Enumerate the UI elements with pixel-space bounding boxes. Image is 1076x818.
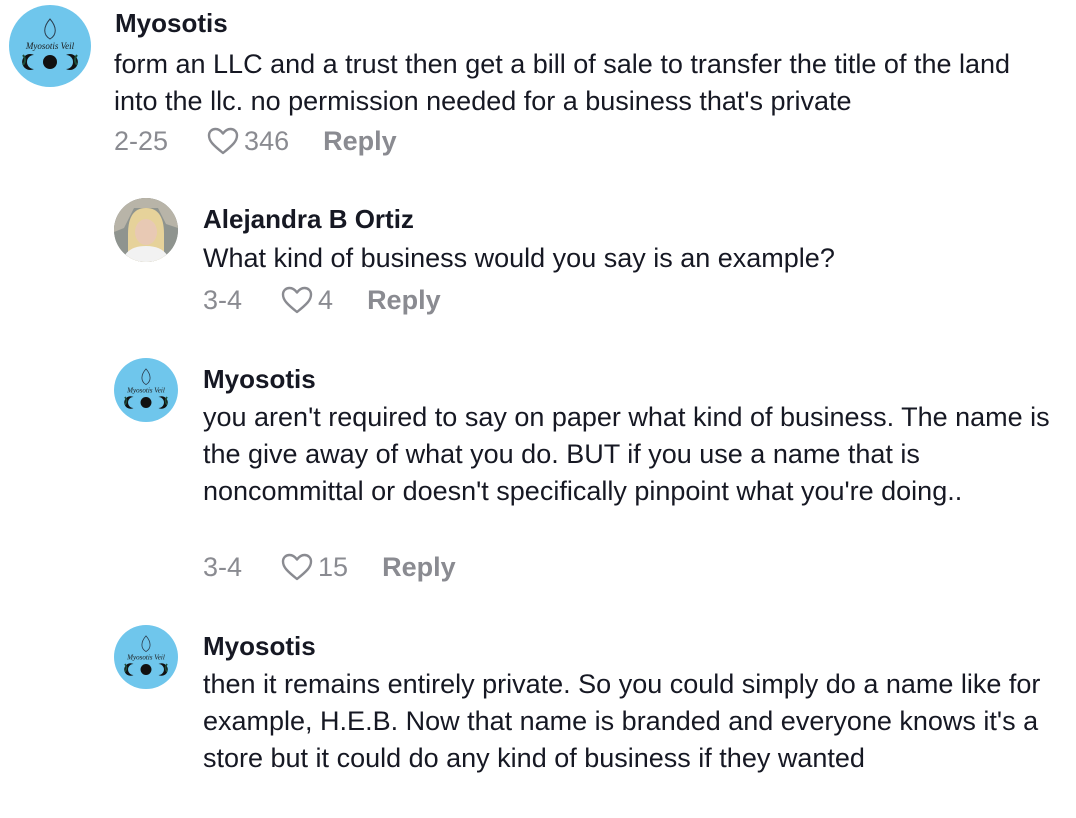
heart-icon: [207, 127, 239, 155]
comment-author[interactable]: Myosotis: [203, 364, 316, 395]
avatar-logo-text: Myosotis Veil: [25, 41, 75, 51]
avatar-logo-text: Myosotis Veil: [126, 653, 165, 661]
comment-text: form an LLC and a trust then get a bill …: [114, 49, 1011, 116]
comment-meta: 2-25 346 Reply: [114, 123, 397, 159]
heart-icon: [281, 553, 313, 581]
reply-button[interactable]: Reply: [367, 285, 441, 316]
like-count: 15: [318, 551, 349, 582]
myosotis-veil-logo-icon: Myosotis Veil: [124, 368, 168, 409]
heart-icon: [281, 286, 313, 314]
like-button[interactable]: 4: [280, 285, 333, 316]
comment-date: 3-4: [203, 284, 243, 315]
like-button[interactable]: 346: [206, 126, 289, 157]
reply-button[interactable]: Reply: [382, 552, 456, 583]
comment-author[interactable]: Myosotis: [203, 631, 316, 662]
myosotis-veil-logo-icon: Myosotis Veil: [22, 18, 78, 70]
like-button[interactable]: 15: [280, 552, 348, 583]
comment-date: 2-25: [114, 125, 169, 156]
avatar[interactable]: Myosotis Veil: [114, 358, 178, 422]
comment-author[interactable]: Alejandra B Ortiz: [203, 204, 414, 235]
avatar[interactable]: Myosotis Veil: [9, 5, 91, 87]
user-photo-icon: [114, 198, 178, 262]
like-count: 4: [318, 284, 334, 315]
myosotis-veil-logo-icon: Myosotis Veil: [124, 635, 168, 676]
comment-text: then it remains entirely private. So you…: [203, 669, 1041, 773]
comment-meta: 3-4 4 Reply: [203, 282, 441, 318]
comment-text: you aren't required to say on paper what…: [203, 402, 1050, 506]
comment-author[interactable]: Myosotis: [115, 8, 228, 39]
like-count: 346: [244, 125, 290, 156]
comment-date: 3-4: [203, 551, 243, 582]
reply-button[interactable]: Reply: [323, 126, 397, 157]
avatar-logo-text: Myosotis Veil: [126, 386, 165, 394]
avatar[interactable]: [114, 198, 178, 262]
avatar[interactable]: Myosotis Veil: [114, 625, 178, 689]
comment-text: What kind of business would you say is a…: [203, 243, 835, 273]
comment-meta: 3-4 15 Reply: [203, 549, 456, 585]
